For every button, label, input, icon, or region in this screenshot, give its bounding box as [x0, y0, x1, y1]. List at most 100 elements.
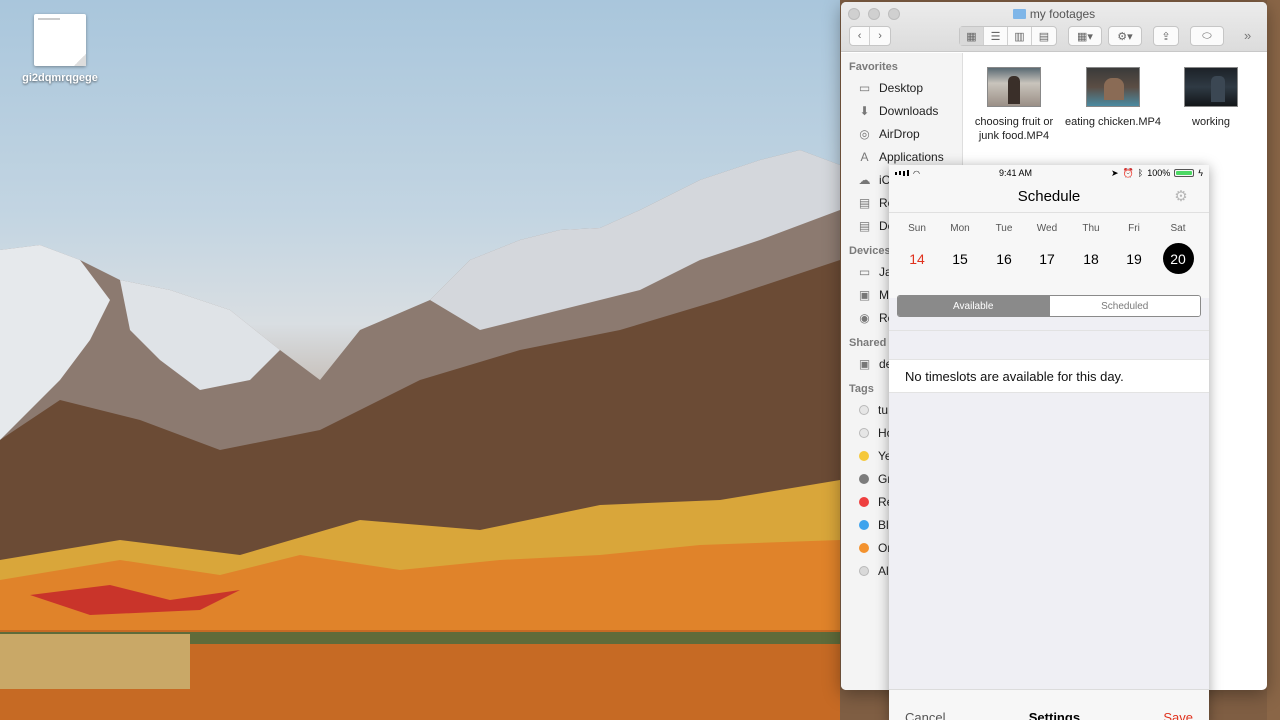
day-thursday[interactable]: Thu 18 [1069, 213, 1113, 274]
day-monday[interactable]: Mon 15 [938, 213, 982, 274]
bluetooth-icon: ᛒ [1137, 168, 1144, 178]
display-icon: ▣ [858, 356, 871, 371]
desktop-file[interactable]: gi2dqmrqgege [20, 14, 100, 84]
forward-button[interactable]: › [870, 27, 890, 45]
tag-dot-icon [859, 427, 869, 438]
file-name: working [1192, 116, 1230, 128]
back-button[interactable]: ‹ [850, 27, 871, 45]
sidebar-item-airdrop[interactable]: ◎ AirDrop [841, 122, 962, 145]
tag-dot-icon [859, 450, 869, 461]
sidebar-item-label: Applications [879, 149, 944, 164]
applications-icon: A [860, 149, 869, 164]
segment-available[interactable]: Available [898, 296, 1049, 316]
finder-title-text: my footages [1029, 7, 1096, 21]
file-item[interactable]: working [1163, 53, 1259, 129]
day-name: Thu [1082, 223, 1100, 234]
file-name: choosing fruit or junk food.MP4 [974, 116, 1054, 142]
day-tuesday[interactable]: Tue 16 [982, 213, 1026, 274]
day-name: Sun [908, 223, 926, 234]
day-number: 16 [996, 250, 1012, 267]
tag-dot-icon [859, 519, 869, 530]
availability-segmented-control: Available Scheduled [897, 295, 1201, 317]
segment-scheduled[interactable]: Scheduled [1048, 296, 1200, 316]
location-icon: ➤ [1111, 167, 1119, 178]
finder-toolbar: ‹ › ▦ ☰ ▥ ▤ ▦▾ ⚙▾ ⇪ ⬭ » [849, 26, 1261, 46]
day-number: 18 [1083, 250, 1099, 267]
status-bar: ◠ 9:41 AM ➤ ⏰ ᛒ 100% ϟ [889, 165, 1209, 181]
file-item[interactable]: choosing fruit or junk food.MP4 [966, 53, 1062, 143]
list-view-button[interactable]: ☰ [984, 27, 1008, 45]
laptop-icon: ▭ [858, 264, 871, 279]
toolbar-overflow-icon[interactable]: » [1244, 28, 1251, 43]
group-by-button[interactable]: ▦▾ [1068, 26, 1102, 46]
day-number: 17 [1039, 250, 1055, 267]
cancel-button[interactable]: Cancel [905, 710, 945, 720]
grid-icon: ▦▾ [1077, 30, 1093, 43]
day-name: Sat [1170, 223, 1186, 234]
sidebar-item-label: M [879, 287, 889, 302]
tag-dot-icon [859, 496, 869, 507]
desktop-file-name: gi2dqmrqgege [22, 72, 98, 84]
bottom-bar: Cancel Settings Save [889, 689, 1209, 720]
day-saturday[interactable]: Sat 20 [1156, 213, 1200, 274]
day-wednesday[interactable]: Wed 17 [1025, 213, 1069, 274]
day-number-selected: 20 [1162, 243, 1194, 274]
share-button[interactable]: ⇪ [1153, 26, 1179, 46]
status-time: 9:41 AM [998, 168, 1033, 178]
day-sunday[interactable]: Sun 14 [895, 213, 939, 274]
disc-icon: ◉ [859, 310, 870, 325]
view-mode-buttons: ▦ ☰ ▥ ▤ [959, 26, 1057, 46]
day-friday[interactable]: Fri 19 [1112, 213, 1156, 274]
action-button[interactable]: ⚙▾ [1108, 26, 1142, 46]
tags-button[interactable]: ⬭ [1190, 26, 1224, 46]
ios-simulator-screen: ◠ 9:41 AM ➤ ⏰ ᛒ 100% ϟ Schedule ⚙ Sun 14… [889, 165, 1209, 720]
charging-icon: ϟ [1198, 168, 1203, 178]
sidebar-item-label: tu [878, 402, 889, 417]
day-name: Wed [1036, 223, 1058, 234]
empty-state-message: No timeslots are available for this day. [889, 359, 1209, 393]
sidebar-item-desktop[interactable]: ▭ Desktop [841, 76, 962, 99]
sidebar-item-label: Downloads [879, 103, 939, 118]
video-thumbnail [987, 67, 1041, 107]
tag-dot-icon [859, 542, 869, 553]
airdrop-icon: ◎ [859, 126, 870, 141]
document-icon [34, 14, 86, 66]
battery-percent: 100% [1147, 168, 1171, 178]
divider [889, 330, 1209, 331]
favorites-header: Favorites [849, 61, 898, 73]
tag-dot-icon [859, 473, 869, 484]
downloads-icon: ⬇ [859, 103, 870, 118]
folder-icon [1012, 9, 1026, 19]
recents-icon: ▤ [858, 195, 871, 210]
day-number: 19 [1126, 250, 1142, 267]
sidebar-item-label: AirDrop [879, 126, 920, 141]
back-forward-buttons: ‹ › [849, 26, 891, 46]
day-name: Fri [1128, 223, 1140, 234]
gear-icon[interactable]: ⚙ [1173, 189, 1189, 205]
week-strip: Sun 14 Mon 15 Tue 16 Wed 17 Thu 18 Fri 1… [889, 212, 1209, 298]
file-name: eating chicken.MP4 [1065, 116, 1161, 128]
tag-dot-icon [859, 565, 869, 576]
sidebar-item-label: Al [878, 563, 889, 578]
alarm-icon: ⏰ [1122, 167, 1134, 178]
gallery-view-button[interactable]: ▤ [1032, 27, 1056, 45]
share-icon: ⇪ [1161, 30, 1171, 43]
day-number: 14 [909, 250, 925, 267]
tag-icon: ⬭ [1202, 29, 1212, 42]
column-view-button[interactable]: ▥ [1008, 27, 1032, 45]
sidebar-item-downloads[interactable]: ⬇ Downloads [841, 99, 962, 122]
day-name: Mon [950, 223, 970, 234]
disk-icon: ▣ [858, 287, 871, 302]
finder-title: my footages [841, 7, 1267, 21]
sidebar-item-label: Bl [878, 517, 889, 532]
navigation-bar: Schedule ⚙ [889, 181, 1209, 212]
icloud-icon: ☁ [858, 172, 871, 187]
save-button[interactable]: Save [1163, 710, 1193, 720]
file-item[interactable]: eating chicken.MP4 [1065, 53, 1161, 129]
status-right: ➤ ⏰ ᛒ 100% ϟ [1111, 168, 1203, 179]
wifi-icon: ◠ [913, 168, 920, 178]
gear-icon: ⚙▾ [1117, 30, 1133, 43]
video-thumbnail [1184, 67, 1238, 107]
icon-view-button[interactable]: ▦ [960, 27, 984, 45]
day-number: 15 [952, 250, 968, 267]
